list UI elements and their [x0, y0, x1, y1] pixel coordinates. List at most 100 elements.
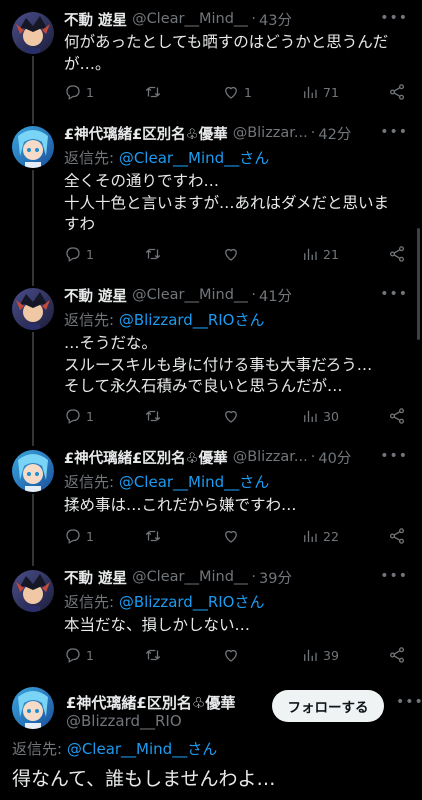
- tweet-actions: 1 1 71: [64, 82, 406, 102]
- views-button[interactable]: 22: [301, 527, 339, 545]
- tweet-text-line: すわ: [64, 215, 96, 233]
- like-button[interactable]: 1: [222, 83, 252, 101]
- view-count: 71: [323, 84, 339, 100]
- separator-dot: ·: [251, 11, 257, 27]
- display-name[interactable]: 不動 遊星: [64, 285, 127, 306]
- avatar-rio[interactable]: [12, 126, 54, 168]
- tweet[interactable]: 不動 遊星 @Clear__Mind__ · 41分 ••• 返信先: @Bli…: [0, 284, 422, 424]
- tweet-text-line: …そうだな。: [64, 334, 158, 352]
- retweet-icon: [145, 86, 161, 98]
- tweet-header: £神代璃緒£区別名♧優華 @Blizzar... · 40分: [64, 446, 412, 468]
- share-button[interactable]: [388, 407, 406, 425]
- display-name[interactable]: £神代璃緒£区別名♧優華: [64, 123, 228, 144]
- views-icon: [304, 86, 317, 98]
- like-button[interactable]: [222, 407, 244, 425]
- retweet-button[interactable]: [144, 245, 166, 263]
- like-icon: [225, 248, 237, 261]
- reply-count: 1: [86, 408, 94, 424]
- like-button[interactable]: [222, 245, 244, 263]
- reply-icon: [66, 409, 80, 424]
- retweet-button[interactable]: [144, 646, 166, 664]
- reply-button[interactable]: 1: [64, 407, 94, 425]
- view-count: 22: [323, 528, 339, 544]
- display-name[interactable]: £神代璃緒£区別名♧優華: [64, 447, 228, 468]
- views-button[interactable]: 71: [301, 83, 339, 101]
- tweet-header: £神代璃緒£区別名♧優華 @Blizzar... · 42分: [64, 122, 412, 144]
- tweet-text: 全くその通りですわ… 十人十色と言いますが…あれはダメだと思いま すわ: [64, 171, 412, 236]
- tweet-text: …そうだな。 スルースキルも身に付ける事も大事だろう… そして永久石積みで良いと…: [64, 333, 412, 398]
- views-button[interactable]: 21: [301, 245, 339, 263]
- user-handle[interactable]: @Blizzar...: [233, 449, 308, 465]
- retweet-icon: [145, 248, 161, 260]
- reply-button[interactable]: 1: [64, 83, 94, 101]
- share-icon: [389, 408, 405, 424]
- user-handle[interactable]: @Blizzard__RIO: [66, 712, 182, 730]
- reply-prefix: 返信先:: [64, 149, 119, 167]
- retweet-button[interactable]: [144, 527, 166, 545]
- display-name[interactable]: £神代璃緒£区別名♧優華: [66, 692, 235, 713]
- tweet-text-line: スルースキルも身に付ける事も大事だろう…: [64, 355, 373, 374]
- like-button[interactable]: [222, 646, 244, 664]
- tweet-text-line: が…。: [64, 54, 111, 73]
- tweet-text: 何があったとしても晒すのはどうかと思うんだ が…。: [64, 32, 412, 75]
- view-count: 21: [323, 246, 339, 262]
- avatar-rio[interactable]: [12, 450, 54, 492]
- reply-mention[interactable]: @Blizzard__RIOさん: [119, 311, 265, 329]
- avatar-yusei[interactable]: [12, 570, 54, 612]
- like-button[interactable]: [222, 527, 244, 545]
- reply-count: 1: [86, 647, 94, 663]
- more-icon[interactable]: •••: [380, 124, 408, 140]
- more-icon[interactable]: •••: [380, 448, 408, 464]
- reply-mention[interactable]: @Clear__Mind__さん: [119, 149, 269, 167]
- reply-button[interactable]: 1: [64, 527, 94, 545]
- follow-button[interactable]: フォローする: [272, 690, 384, 722]
- like-count: 1: [244, 84, 252, 100]
- reply-mention[interactable]: @Blizzard__RIOさん: [119, 593, 265, 611]
- timestamp[interactable]: 41分: [259, 285, 292, 306]
- tweet-actions: 1 21: [64, 244, 406, 264]
- reply-count: 1: [86, 84, 94, 100]
- more-icon[interactable]: •••: [380, 286, 408, 302]
- more-icon[interactable]: •••: [396, 694, 422, 710]
- timestamp[interactable]: 40分: [318, 447, 351, 468]
- reply-context: 返信先: @Clear__Mind__さん: [12, 738, 217, 759]
- tweet-text-line: 本当だな、損しかしない…: [64, 616, 251, 634]
- retweet-icon: [145, 649, 161, 661]
- share-button[interactable]: [388, 245, 406, 263]
- tweet-actions: 1 39: [64, 645, 406, 665]
- reply-icon: [66, 247, 80, 262]
- user-handle[interactable]: @Blizzar...: [233, 125, 308, 141]
- views-icon: [304, 530, 317, 542]
- user-handle[interactable]: @Clear__Mind__: [132, 569, 248, 585]
- avatar-yusei[interactable]: [12, 288, 54, 330]
- avatar-rio[interactable]: [12, 687, 54, 729]
- timestamp[interactable]: 39分: [259, 567, 292, 588]
- reply-button[interactable]: 1: [64, 646, 94, 664]
- reply-count: 1: [86, 246, 94, 262]
- timestamp[interactable]: 42分: [318, 123, 351, 144]
- user-handle[interactable]: @Clear__Mind__: [132, 287, 248, 303]
- tweet-text-line: 揉め事は…これだから嫌ですわ…: [64, 496, 297, 514]
- avatar-yusei[interactable]: [12, 12, 54, 54]
- view-count: 30: [323, 408, 339, 424]
- reply-mention[interactable]: @Clear__Mind__さん: [119, 473, 269, 491]
- views-button[interactable]: 30: [301, 407, 339, 425]
- more-icon[interactable]: •••: [380, 10, 408, 26]
- views-icon: [304, 649, 317, 661]
- reply-prefix: 返信先:: [64, 473, 119, 491]
- views-button[interactable]: 39: [301, 646, 339, 664]
- reply-prefix: 返信先:: [64, 311, 119, 329]
- reply-button[interactable]: 1: [64, 245, 94, 263]
- reply-mention[interactable]: @Clear__Mind__さん: [67, 740, 217, 758]
- display-name[interactable]: 不動 遊星: [64, 567, 127, 588]
- share-button[interactable]: [388, 83, 406, 101]
- more-icon[interactable]: •••: [380, 568, 408, 584]
- display-name[interactable]: 不動 遊星: [64, 9, 127, 30]
- share-button[interactable]: [388, 527, 406, 545]
- timestamp[interactable]: 43分: [259, 9, 292, 30]
- retweet-button[interactable]: [144, 83, 166, 101]
- share-button[interactable]: [388, 646, 406, 664]
- user-handle[interactable]: @Clear__Mind__: [132, 11, 248, 27]
- reply-prefix: 返信先:: [12, 740, 67, 758]
- retweet-button[interactable]: [144, 407, 166, 425]
